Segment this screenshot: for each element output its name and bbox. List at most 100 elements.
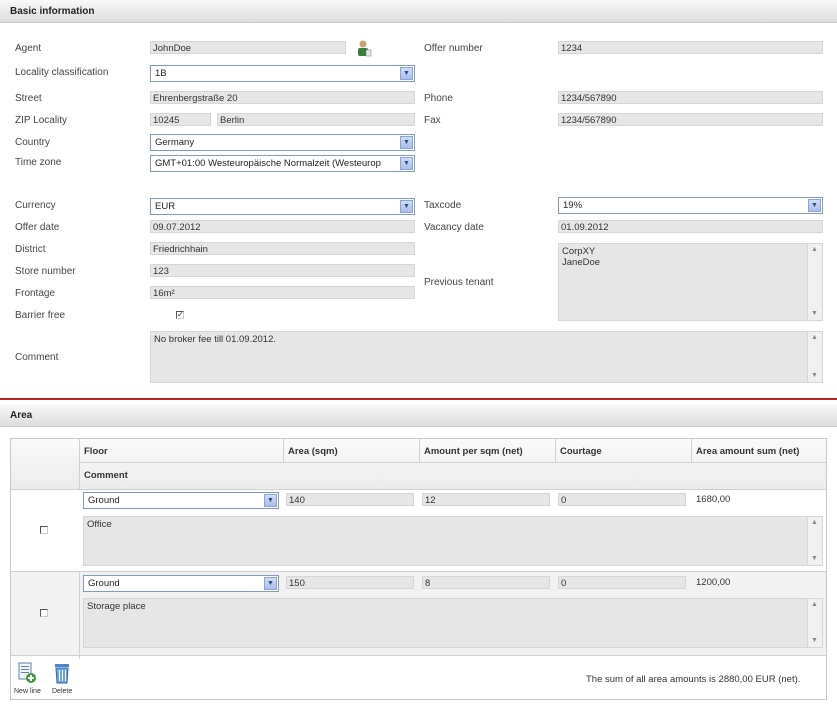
basic-info-header: Basic information (0, 0, 837, 23)
person-icon[interactable] (356, 39, 372, 57)
area-table: Floor Area (sqm) Amount per sqm (net) Co… (10, 438, 827, 700)
timezone-label: Time zone (15, 157, 62, 168)
area-field[interactable]: 140 (286, 493, 414, 506)
street-field[interactable]: Ehrenbergstraße 20 (150, 91, 415, 104)
locality-value: 1B (155, 68, 167, 79)
phone-field[interactable]: 1234/567890 (558, 91, 823, 104)
chevron-down-icon[interactable]: ▼ (400, 200, 413, 213)
currency-value: EUR (155, 201, 176, 212)
row-comment-textarea[interactable]: Office ▲ ▼ (83, 516, 823, 566)
scroll-up-icon[interactable]: ▲ (808, 599, 821, 611)
new-document-icon[interactable] (17, 661, 37, 687)
sum-value: 1200,00 (696, 577, 731, 588)
col-amount[interactable]: Amount per sqm (net) (424, 446, 523, 457)
sum-value: 1680,00 (696, 494, 731, 505)
courtage-field[interactable]: 0 (558, 493, 686, 506)
previous-tenant-line: JaneDoe (562, 257, 601, 268)
phone-label: Phone (424, 93, 453, 104)
currency-select[interactable]: EUR ▼ (150, 198, 415, 215)
col-courtage[interactable]: Courtage (560, 446, 602, 457)
taxcode-select[interactable]: 19% ▼ (558, 197, 823, 214)
store-number-label: Store number (15, 266, 76, 277)
floor-select[interactable]: Ground ▼ (83, 575, 279, 592)
street-label: Street (15, 93, 42, 104)
district-field[interactable]: Friedrichhain (150, 242, 415, 255)
previous-tenant-textarea[interactable]: CorpXY JaneDoe ▲ ▼ (558, 243, 823, 321)
row-comment-textarea[interactable]: Storage place ▲ ▼ (83, 598, 823, 648)
previous-tenant-line: CorpXY (562, 246, 596, 257)
scrollbar[interactable]: ▲ ▼ (807, 332, 822, 382)
comment-textarea[interactable]: No broker fee till 01.09.2012. ▲ ▼ (150, 331, 823, 383)
chevron-down-icon[interactable]: ▼ (264, 494, 277, 507)
section-divider (0, 398, 837, 400)
scrollbar[interactable]: ▲ ▼ (807, 244, 822, 320)
amount-field[interactable]: 12 (422, 493, 550, 506)
chevron-down-icon[interactable]: ▼ (264, 577, 277, 590)
col-comment[interactable]: Comment (84, 470, 128, 481)
country-value: Germany (155, 137, 195, 148)
zip-label: ZIP Locality (15, 115, 68, 126)
comment-text: No broker fee till 01.09.2012. (154, 334, 276, 345)
amount-field[interactable]: 8 (422, 576, 550, 589)
frontage-label: Frontage (15, 288, 56, 299)
offer-date-label: Offer date (15, 222, 60, 233)
locality-label: Locality classification (15, 67, 109, 78)
chevron-down-icon[interactable]: ▼ (400, 136, 413, 149)
previous-tenant-label: Previous tenant (424, 277, 494, 288)
floor-value: Ground (88, 578, 120, 589)
total-summary: The sum of all area amounts is 2880,00 E… (586, 674, 801, 685)
chevron-down-icon[interactable]: ▼ (400, 67, 413, 80)
floor-value: Ground (88, 495, 120, 506)
zip-field[interactable]: 10245 (150, 113, 211, 126)
fax-label: Fax (424, 115, 441, 126)
city-field[interactable]: Berlin (217, 113, 415, 126)
scroll-down-icon[interactable]: ▼ (808, 370, 821, 382)
area-title: Area (10, 410, 33, 421)
country-label: Country (15, 137, 51, 148)
country-select[interactable]: Germany ▼ (150, 134, 415, 151)
chevron-down-icon[interactable]: ▼ (808, 199, 821, 212)
divider (79, 462, 826, 463)
offer-date-field[interactable]: 09.07.2012 (150, 220, 415, 233)
district-label: District (15, 244, 46, 255)
store-number-field[interactable]: 123 (150, 264, 415, 277)
locality-select[interactable]: 1B ▼ (150, 65, 415, 82)
scroll-up-icon[interactable]: ▲ (808, 244, 821, 256)
barrier-free-checkbox[interactable]: ✓ (176, 311, 184, 319)
timezone-select[interactable]: GMT+01:00 Westeuropäische Normalzeit (We… (150, 155, 415, 172)
row-checkbox[interactable] (40, 526, 48, 534)
courtage-field[interactable]: 0 (558, 576, 686, 589)
scroll-down-icon[interactable]: ▼ (808, 635, 821, 647)
row-checkbox[interactable] (40, 609, 48, 617)
col-area[interactable]: Area (sqm) (288, 446, 338, 457)
divider (79, 572, 80, 655)
floor-select[interactable]: Ground ▼ (83, 492, 279, 509)
basic-info-title: Basic information (10, 6, 95, 17)
divider (11, 655, 826, 656)
fax-field[interactable]: 1234/567890 (558, 113, 823, 126)
scroll-down-icon[interactable]: ▼ (808, 553, 821, 565)
comment-label: Comment (15, 352, 59, 363)
agent-field[interactable]: JohnDoe (150, 41, 346, 54)
frontage-field[interactable]: 16m² (150, 286, 415, 299)
col-sum[interactable]: Area amount sum (net) (696, 446, 799, 457)
scroll-down-icon[interactable]: ▼ (808, 308, 821, 320)
col-floor[interactable]: Floor (84, 446, 108, 457)
new-line-label[interactable]: New line (14, 688, 41, 695)
vacancy-date-label: Vacancy date (424, 222, 484, 233)
scrollbar[interactable]: ▲ ▼ (807, 517, 822, 565)
scroll-up-icon[interactable]: ▲ (808, 332, 821, 344)
scroll-up-icon[interactable]: ▲ (808, 517, 821, 529)
trash-icon[interactable] (53, 661, 71, 687)
taxcode-label: Taxcode (424, 200, 462, 211)
currency-label: Currency (15, 200, 56, 211)
divider (691, 439, 692, 462)
chevron-down-icon[interactable]: ▼ (400, 157, 413, 170)
offer-number-field[interactable]: 1234 (558, 41, 823, 54)
vacancy-date-field[interactable]: 01.09.2012 (558, 220, 823, 233)
area-header: Area (0, 404, 837, 427)
divider (419, 439, 420, 462)
scrollbar[interactable]: ▲ ▼ (807, 599, 822, 647)
delete-label[interactable]: Delete (52, 688, 72, 695)
area-field[interactable]: 150 (286, 576, 414, 589)
